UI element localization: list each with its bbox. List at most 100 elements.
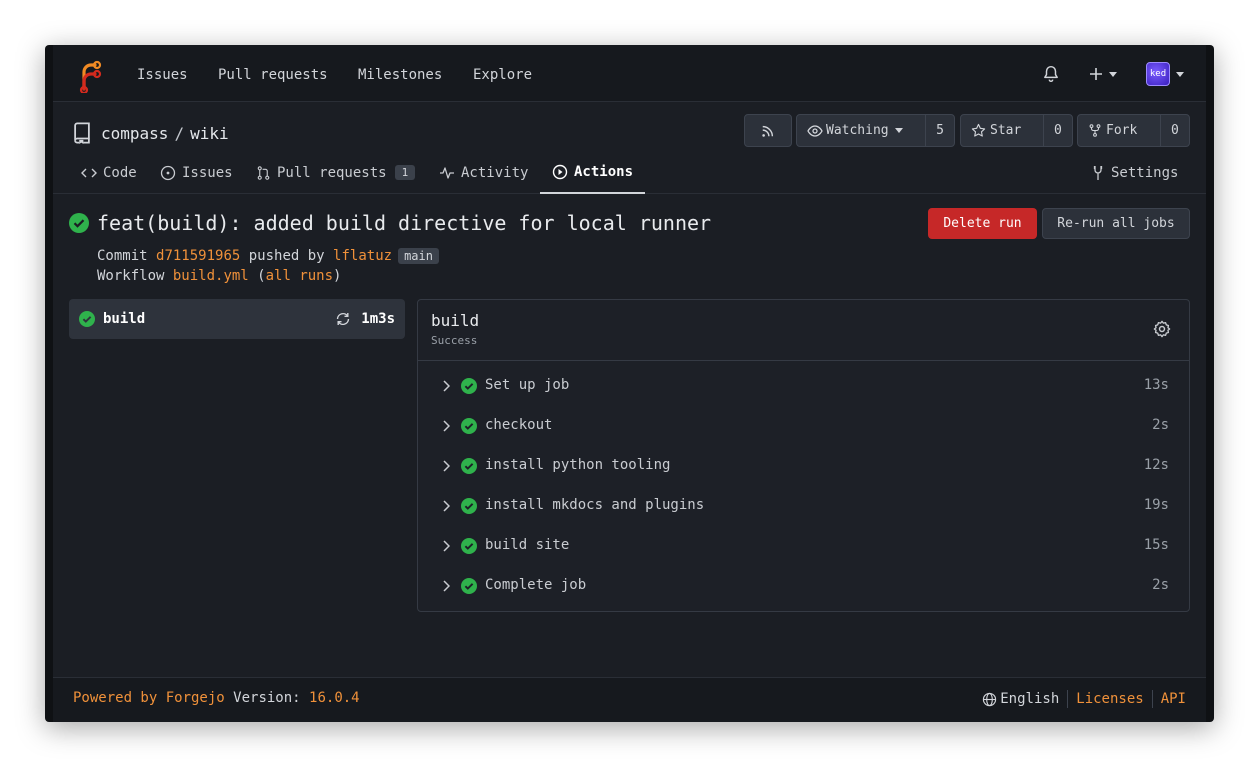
step-duration: 13s (1143, 377, 1169, 393)
run-workflow-info: Workflow build.yml (all runs) (97, 268, 341, 284)
globe-icon (983, 692, 997, 706)
create-new-menu[interactable] (1089, 63, 1117, 85)
step-name: checkout (485, 417, 553, 433)
repo-icon (74, 122, 90, 144)
run-title-text: feat(build): added build directive for l… (97, 211, 712, 235)
workflow-file-link[interactable]: build.yml (173, 268, 249, 284)
repo-separator: / (174, 123, 185, 143)
footer-divider (1067, 690, 1069, 708)
commit-sha-link[interactable]: d711591965 (156, 248, 240, 264)
top-navbar: Issues Pull requests Milestones Explore … (53, 45, 1206, 102)
footer: Powered by Forgejo Version: 16.0.4 Engli… (53, 677, 1206, 722)
nav-issues[interactable]: Issues (137, 67, 188, 83)
tab-activity[interactable]: Activity (439, 151, 528, 194)
star-button[interactable]: Star (961, 115, 1043, 146)
close-paren: ) (333, 268, 342, 284)
licenses-link[interactable]: Licenses (1076, 691, 1143, 707)
chevron-down-icon (1109, 71, 1117, 77)
commit-label: Commit (97, 248, 148, 264)
tools-icon (1093, 165, 1103, 180)
fork-label: Fork (1106, 123, 1138, 138)
eye-icon (807, 124, 823, 137)
tab-issues[interactable]: Issues (160, 151, 233, 194)
tab-settings[interactable]: Settings (1091, 151, 1178, 194)
plus-icon (1090, 68, 1102, 80)
version-label: Version: (233, 690, 301, 706)
star-label: Star (990, 123, 1022, 138)
step-duration: 12s (1143, 457, 1169, 473)
code-icon (81, 168, 97, 177)
open-paren: ( (257, 268, 266, 284)
step-row[interactable]: Set up job 13s (418, 366, 1189, 406)
version-link[interactable]: 16.0.4 (309, 690, 360, 706)
powered-by-link[interactable]: Powered by Forgejo (73, 690, 225, 706)
branch-badge[interactable]: main (398, 248, 439, 264)
app-window: Issues Pull requests Milestones Explore … (53, 45, 1206, 722)
watch-count[interactable]: 5 (925, 115, 954, 146)
play-icon (552, 164, 568, 179)
watch-label: Watching (826, 123, 889, 138)
footer-left: Powered by Forgejo Version: 16.0.4 (73, 690, 360, 706)
tab-pull-requests[interactable]: Pull requests 1 (256, 151, 416, 194)
job-list-item[interactable]: build 1m3s (69, 299, 405, 339)
success-check-icon (79, 311, 95, 327)
tab-issues-label: Issues (182, 164, 233, 181)
success-check-icon (69, 213, 89, 233)
api-link[interactable]: API (1161, 691, 1186, 707)
nav-milestones[interactable]: Milestones (358, 67, 442, 83)
pull-request-icon (257, 165, 270, 180)
step-row[interactable]: checkout 2s (418, 406, 1189, 446)
step-name: build site (485, 537, 570, 553)
fork-count[interactable]: 0 (1160, 115, 1189, 146)
tab-actions[interactable]: Actions (540, 151, 646, 194)
tab-code[interactable]: Code (81, 151, 137, 194)
pushed-by-label: pushed by (248, 248, 325, 264)
watch-button-group: Watching 5 (796, 114, 955, 147)
repo-owner-link[interactable]: compass (101, 124, 168, 143)
rerun-icon[interactable] (335, 311, 351, 327)
job-duration-text: 1m3s (361, 311, 395, 327)
run-title: feat(build): added build directive for l… (69, 211, 711, 235)
delete-run-button[interactable]: Delete run (928, 208, 1037, 239)
run-commit-info: Commit d711591965 pushed by lflatuz main (97, 248, 439, 264)
step-name: Complete job (485, 577, 587, 593)
user-menu[interactable]: ked (1146, 62, 1184, 86)
success-check-icon (461, 498, 477, 514)
language-selector[interactable]: English (982, 691, 1059, 707)
rerun-all-jobs-button[interactable]: Re-run all jobs (1042, 208, 1190, 239)
issue-icon (160, 165, 176, 180)
repo-name-link[interactable]: wiki (190, 124, 229, 143)
chevron-right-icon (443, 420, 450, 432)
step-row[interactable]: install python tooling 12s (418, 446, 1189, 486)
star-button-group: Star 0 (960, 114, 1073, 147)
tab-actions-label: Actions (574, 163, 634, 180)
all-runs-link[interactable]: all runs (266, 268, 333, 284)
nav-pull-requests[interactable]: Pull requests (218, 67, 328, 83)
job-detail-status: Success (431, 334, 478, 347)
tab-code-label: Code (103, 164, 137, 181)
gear-icon[interactable] (1153, 320, 1171, 338)
step-row[interactable]: build site 15s (418, 526, 1189, 566)
pulse-icon (440, 166, 454, 179)
rss-icon (762, 125, 774, 137)
step-name: install mkdocs and plugins (485, 497, 705, 513)
footer-divider (1151, 690, 1153, 708)
notifications-bell-icon[interactable] (1042, 63, 1060, 85)
footer-right: English Licenses API (982, 690, 1186, 708)
job-detail-name: build (431, 311, 480, 330)
success-check-icon (461, 538, 477, 554)
star-count[interactable]: 0 (1043, 115, 1072, 146)
step-duration: 15s (1143, 537, 1169, 553)
step-name: Set up job (485, 377, 570, 393)
fork-button[interactable]: Fork (1078, 115, 1160, 146)
step-duration: 19s (1143, 497, 1169, 513)
step-row[interactable]: Complete job 2s (418, 566, 1189, 606)
chevron-right-icon (443, 540, 450, 552)
nav-explore[interactable]: Explore (473, 67, 532, 83)
author-link[interactable]: lflatuz (333, 248, 392, 264)
rss-feed-button[interactable] (744, 114, 792, 147)
step-row[interactable]: install mkdocs and plugins 19s (418, 486, 1189, 526)
forgejo-logo[interactable] (77, 59, 103, 95)
pull-requests-count-badge: 1 (394, 165, 416, 180)
watch-button[interactable]: Watching (797, 115, 925, 146)
